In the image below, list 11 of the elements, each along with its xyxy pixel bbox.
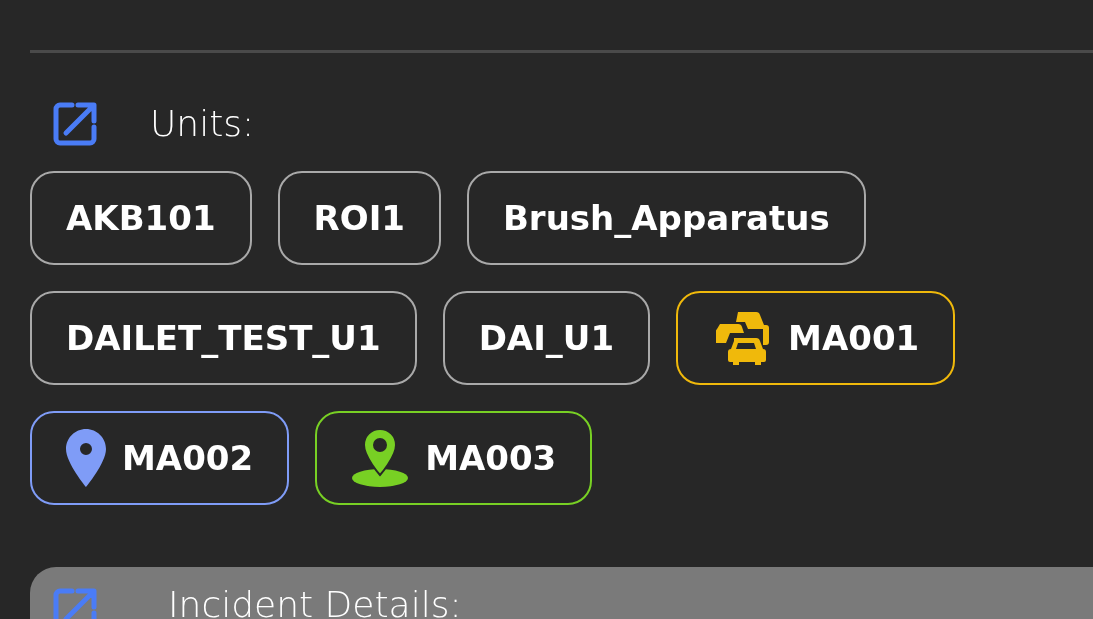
section-label: Units: bbox=[150, 106, 255, 142]
unit-chip[interactable]: MA003 bbox=[315, 411, 593, 505]
unit-chip[interactable]: MA002 bbox=[30, 411, 290, 505]
unit-chip[interactable]: AKB101 bbox=[30, 171, 252, 265]
section-label: Incident Details: bbox=[168, 587, 462, 619]
unit-chip[interactable]: DAILET_TEST_U1 bbox=[30, 291, 417, 385]
external-link-icon[interactable] bbox=[52, 101, 98, 147]
unit-chip[interactable]: ROI1 bbox=[277, 171, 441, 265]
unit-chip[interactable]: MA001 bbox=[676, 291, 956, 385]
unit-chip[interactable]: DAI_U1 bbox=[442, 291, 651, 385]
unit-chip[interactable]: Brush_Apparatus bbox=[466, 171, 866, 265]
